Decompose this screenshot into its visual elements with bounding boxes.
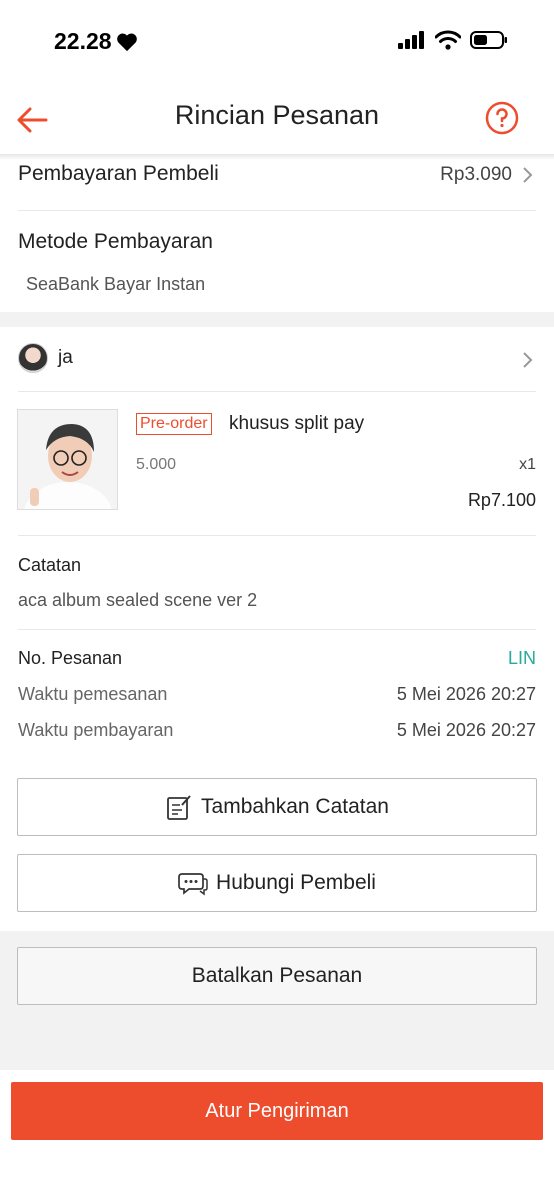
product-price: Rp7.100: [467, 490, 536, 510]
buyer-payment-label[interactable]: Pembayaran Pembeli: [18, 162, 219, 186]
product-name[interactable]: khusus split pay: [229, 413, 364, 435]
note-value: aca album sealed scene ver 2: [18, 590, 258, 610]
chat-bubble-icon: [178, 873, 208, 896]
arrange-shipping-label: Atur Pengiriman: [205, 1099, 349, 1122]
divider: [18, 391, 536, 392]
actions-section: Tambahkan Catatan Hubungi Pembeli: [0, 761, 554, 931]
buyer-name[interactable]: ja: [58, 347, 73, 369]
payment-time-value: 5 Mei 2026 20:27: [396, 720, 536, 740]
add-note-label: Tambahkan Catatan: [201, 795, 389, 818]
status-time: 22.28: [54, 28, 112, 54]
product-image[interactable]: [17, 409, 118, 510]
order-number-label: No. Pesanan: [18, 648, 123, 668]
payment-section: Pembayaran Pembeli Rp3.090 Metode Pembay…: [0, 160, 554, 312]
chevron-right-icon[interactable]: [520, 166, 534, 184]
app-header: Rincian Pesanan: [0, 84, 554, 154]
status-time-group: 22.28: [54, 28, 138, 55]
page-title: Rincian Pesanan: [174, 100, 380, 130]
payment-method-label: Metode Pembayaran: [18, 230, 213, 253]
product-variant: 5.000: [136, 456, 177, 473]
product-quantity: x1: [519, 456, 536, 473]
cancel-order-label: Batalkan Pesanan: [191, 964, 363, 987]
buyer-avatar[interactable]: [18, 343, 48, 373]
contact-buyer-label: Hubungi Pembeli: [216, 871, 376, 894]
order-time-label: Waktu pemesanan: [18, 684, 168, 704]
battery-icon: [470, 31, 507, 49]
product-photo: [18, 410, 117, 509]
divider: [18, 535, 536, 536]
chevron-right-icon[interactable]: [520, 351, 534, 369]
arrange-shipping-button[interactable]: Atur Pengiriman: [11, 1082, 543, 1140]
order-section: ja Pre-order khusus split pay 5.000 x1 R…: [0, 327, 554, 761]
note-label: Catatan: [18, 555, 82, 575]
heart-icon: [116, 33, 137, 51]
preorder-badge: Pre-order: [136, 413, 212, 435]
buyer-payment-value[interactable]: Rp3.090: [440, 164, 512, 186]
divider: [18, 210, 536, 211]
divider: [18, 629, 536, 630]
signal-icon: [398, 31, 424, 49]
contact-buyer-button[interactable]: Hubungi Pembeli: [17, 854, 537, 912]
payment-time-label: Waktu pembayaran: [18, 720, 174, 740]
status-bar: 22.28: [0, 0, 554, 84]
add-note-button[interactable]: Tambahkan Catatan: [17, 778, 537, 836]
status-icons: [398, 30, 508, 50]
wifi-icon: [435, 30, 461, 50]
order-time-value: 5 Mei 2026 20:27: [396, 684, 536, 704]
question-circle-icon[interactable]: [484, 100, 520, 136]
edit-note-icon: [167, 795, 191, 820]
order-number-value[interactable]: LIN: [508, 648, 536, 669]
payment-method-value: SeaBank Bayar Instan: [26, 274, 206, 294]
cancel-order-button[interactable]: Batalkan Pesanan: [17, 947, 537, 1005]
